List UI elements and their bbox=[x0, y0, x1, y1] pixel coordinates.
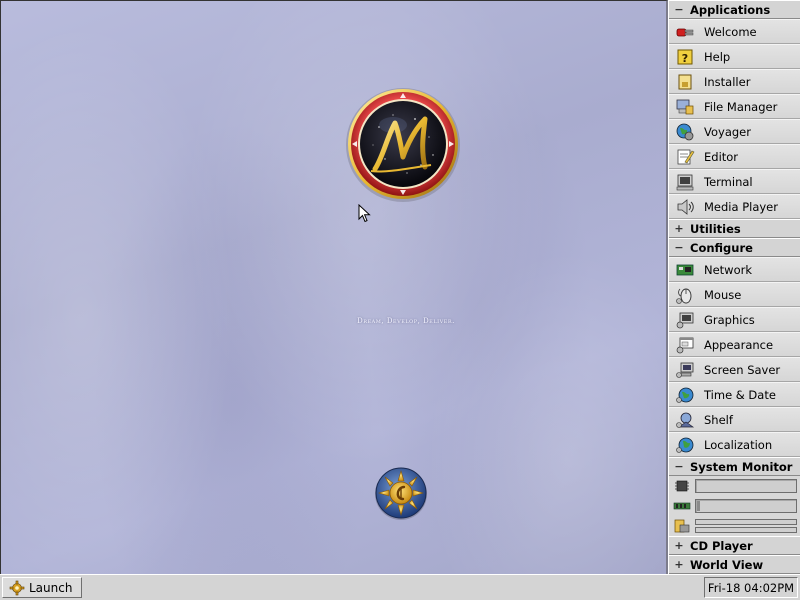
shelf-item-time-date[interactable]: Time & Date bbox=[669, 382, 800, 407]
terminal-icon bbox=[676, 174, 694, 190]
shelf-item-screen-saver[interactable]: Screen Saver bbox=[669, 357, 800, 382]
shelf-item-label: Time & Date bbox=[704, 387, 776, 402]
shelf-item-voyager[interactable]: Voyager bbox=[669, 119, 800, 144]
svg-text:?: ? bbox=[682, 52, 688, 65]
shelf-item-label: Appearance bbox=[704, 337, 774, 352]
shelf-item-label: File Manager bbox=[704, 99, 778, 114]
media-player-icon bbox=[677, 198, 694, 215]
desktop-tagline: Dream, Develop, Deliver. bbox=[357, 317, 455, 325]
shelf-item-mouse[interactable]: Mouse bbox=[669, 282, 800, 307]
section-header-cd-player[interactable]: + CD Player bbox=[669, 536, 800, 555]
shelf-panel: − Applications Welcome ? Help Installer … bbox=[668, 0, 800, 574]
appearance-icon bbox=[676, 337, 694, 353]
shelf-item-label: Editor bbox=[704, 149, 739, 164]
disk-icon bbox=[674, 519, 690, 533]
shelf-item-file-manager[interactable]: File Manager bbox=[669, 94, 800, 119]
taskbar: Launch Fri-18 04:02PM bbox=[0, 574, 800, 600]
cpu-load-bar bbox=[695, 479, 797, 493]
disk-read-bar bbox=[695, 519, 797, 525]
section-title: System Monitor bbox=[690, 459, 793, 474]
section-title: Utilities bbox=[690, 221, 741, 236]
shelf-item-label: Installer bbox=[704, 74, 751, 89]
section-title: Applications bbox=[690, 2, 771, 17]
section-header-utilities[interactable]: + Utilities bbox=[669, 219, 800, 238]
disk-monitor-row bbox=[669, 516, 800, 536]
shelf-item-label: Terminal bbox=[704, 174, 753, 189]
shelf-item-graphics[interactable]: Graphics bbox=[669, 307, 800, 332]
memory-monitor-row bbox=[669, 496, 800, 516]
shelf-item-label: Network bbox=[704, 262, 753, 277]
shelf-item-label: Media Player bbox=[704, 199, 778, 214]
file-manager-icon bbox=[676, 99, 694, 114]
shelf-item-label: Mouse bbox=[704, 287, 742, 302]
voyager-icon bbox=[676, 123, 694, 140]
shelf-item-editor[interactable]: Editor bbox=[669, 144, 800, 169]
desktop[interactable]: Dream, Develop, Deliver. bbox=[0, 0, 668, 574]
graphics-icon bbox=[676, 312, 694, 328]
shelf-item-welcome[interactable]: Welcome bbox=[669, 19, 800, 44]
collapse-icon: − bbox=[674, 241, 684, 254]
section-title: CD Player bbox=[690, 538, 753, 553]
expand-icon: + bbox=[674, 558, 684, 571]
section-header-configure[interactable]: − Configure bbox=[669, 238, 800, 257]
network-icon bbox=[676, 264, 694, 275]
shelf-item-localization[interactable]: Localization bbox=[669, 432, 800, 457]
section-header-world-view[interactable]: + World View bbox=[669, 555, 800, 574]
mouse-pointer-icon bbox=[358, 204, 371, 223]
shelf-icon bbox=[676, 412, 695, 428]
welcome-icon bbox=[676, 28, 694, 36]
memory-load-fill bbox=[697, 501, 700, 511]
section-header-system-monitor[interactable]: − System Monitor bbox=[669, 457, 800, 476]
memory-icon bbox=[673, 502, 691, 510]
installer-icon bbox=[678, 74, 692, 89]
section-title: Configure bbox=[690, 240, 753, 255]
expand-icon: + bbox=[674, 539, 684, 552]
shelf-item-media-player[interactable]: Media Player bbox=[669, 194, 800, 219]
section-header-applications[interactable]: − Applications bbox=[669, 0, 800, 19]
m-emblem-logo bbox=[346, 88, 460, 202]
shelf-item-network[interactable]: Network bbox=[669, 257, 800, 282]
sun-emblem-icon[interactable] bbox=[373, 465, 429, 521]
cpu-icon bbox=[675, 480, 689, 492]
screen-saver-icon bbox=[676, 362, 694, 378]
collapse-icon: − bbox=[674, 460, 684, 473]
shelf-item-label: Voyager bbox=[704, 124, 751, 139]
clock[interactable]: Fri-18 04:02PM bbox=[704, 577, 798, 598]
shelf-item-help[interactable]: ? Help bbox=[669, 44, 800, 69]
launch-button[interactable]: Launch bbox=[2, 577, 82, 598]
cpu-monitor-row bbox=[669, 476, 800, 496]
shelf-item-label: Screen Saver bbox=[704, 362, 781, 377]
mouse-icon bbox=[676, 288, 692, 304]
memory-load-bar bbox=[695, 499, 797, 513]
shelf-item-label: Welcome bbox=[704, 24, 757, 39]
shelf-item-installer[interactable]: Installer bbox=[669, 69, 800, 94]
launch-gear-icon bbox=[9, 580, 25, 595]
shelf-item-appearance[interactable]: Appearance bbox=[669, 332, 800, 357]
disk-activity-bars bbox=[695, 519, 797, 533]
help-icon: ? bbox=[677, 49, 693, 65]
collapse-icon: − bbox=[674, 3, 684, 16]
disk-write-bar bbox=[695, 527, 797, 533]
shelf-item-label: Help bbox=[704, 49, 731, 64]
localization-icon bbox=[676, 437, 694, 453]
expand-icon: + bbox=[674, 222, 684, 235]
section-title: World View bbox=[690, 557, 764, 572]
time-date-icon bbox=[676, 387, 694, 403]
shelf-item-label: Shelf bbox=[704, 412, 733, 427]
shelf-item-terminal[interactable]: Terminal bbox=[669, 169, 800, 194]
shelf-item-shelf[interactable]: Shelf bbox=[669, 407, 800, 432]
shelf-item-label: Graphics bbox=[704, 312, 755, 327]
shelf-item-label: Localization bbox=[704, 437, 773, 452]
editor-icon bbox=[677, 149, 695, 164]
launch-label: Launch bbox=[29, 580, 73, 595]
